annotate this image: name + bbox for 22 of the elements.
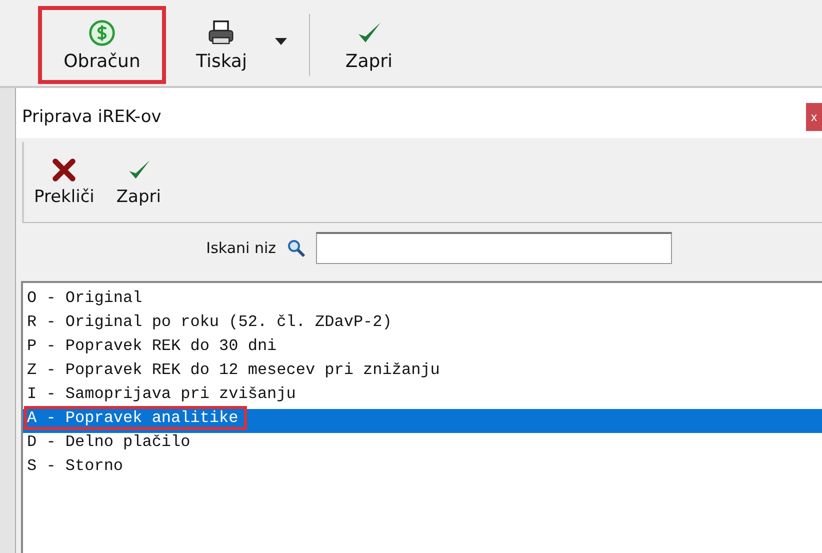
- cross-icon: [51, 157, 78, 183]
- toolbar-button[interactable]: Zapri: [334, 6, 404, 84]
- caret-icon[interactable]: [274, 38, 287, 45]
- search-field[interactable]: [316, 232, 672, 264]
- list-item[interactable]: I - Samoprijava pri zvišanju: [23, 385, 822, 409]
- list-item[interactable]: A - Popravek analitike: [23, 409, 822, 433]
- search-icon: [286, 238, 306, 258]
- dialog-title: Priprava iREK-ov: [22, 107, 162, 127]
- list-item[interactable]: D - Delno plačilo: [23, 433, 822, 457]
- list-item[interactable]: P - Popravek REK do 30 dni: [23, 337, 822, 361]
- toolbar-button[interactable]: Obračun: [38, 6, 166, 84]
- list-item[interactable]: Z - Popravek REK do 12 mesecev pri znižanju: [23, 361, 822, 385]
- list-item[interactable]: S - Storno: [23, 457, 822, 481]
- search-label: Iskani niz: [205, 239, 276, 257]
- toolbar-button[interactable]: Zapri: [112, 157, 165, 207]
- toolbar-button[interactable]: Prekliči: [30, 157, 98, 207]
- printer-icon: [207, 18, 236, 46]
- dollar-coin-icon: [88, 18, 116, 46]
- list-item[interactable]: R - Original po roku (52. čl. ZDavP-2): [23, 313, 822, 337]
- close-button[interactable]: x: [806, 103, 822, 131]
- list-item[interactable]: O - Original: [23, 289, 822, 313]
- toolbar-button[interactable]: Tiskaj: [186, 6, 257, 84]
